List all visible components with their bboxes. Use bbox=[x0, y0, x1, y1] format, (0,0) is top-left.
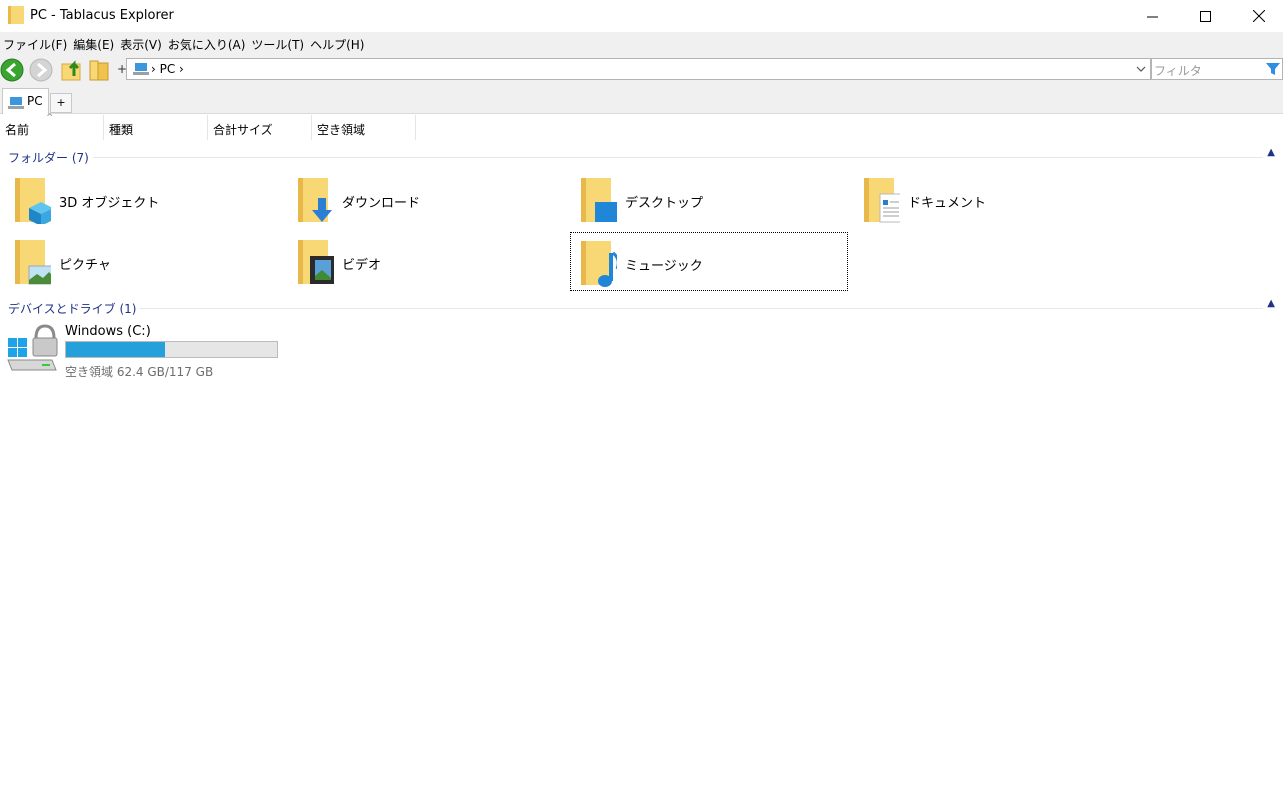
tab-label: PC bbox=[27, 94, 43, 108]
music-icon bbox=[581, 241, 617, 287]
group-devices-label: デバイスとドライブ (1) bbox=[8, 300, 141, 317]
3d-objects-icon bbox=[15, 178, 51, 224]
up-folder-button[interactable] bbox=[60, 58, 86, 82]
back-button[interactable] bbox=[0, 58, 26, 82]
collapse-up-icon[interactable]: ▲ bbox=[1267, 298, 1275, 309]
column-name[interactable]: 名前 ^ bbox=[0, 113, 104, 140]
folder-tree-button[interactable] bbox=[88, 58, 114, 82]
collapse-up-icon[interactable]: ▲ bbox=[1267, 147, 1275, 158]
column-total-size[interactable]: 合計サイズ bbox=[208, 115, 312, 140]
new-tab-button[interactable]: + bbox=[50, 93, 72, 113]
maximize-button[interactable] bbox=[1182, 0, 1228, 32]
title-bar: PC - Tablacus Explorer bbox=[0, 0, 1283, 32]
folder-3d-objects[interactable]: 3D オブジェクト bbox=[5, 170, 283, 229]
address-bar[interactable]: › PC › bbox=[126, 58, 1151, 80]
menu-help[interactable]: ヘルプ(H) bbox=[307, 36, 367, 53]
toolbar: + › PC › フィルタ bbox=[0, 56, 1283, 84]
drive-usage-bar bbox=[65, 341, 278, 358]
column-name-label: 名前 bbox=[5, 123, 30, 137]
desktop-icon bbox=[581, 178, 617, 222]
column-header: 名前 ^ 種類 合計サイズ 空き領域 bbox=[0, 113, 1283, 140]
menu-tools[interactable]: ツール(T) bbox=[248, 36, 307, 53]
sort-up-icon: ^ bbox=[46, 113, 54, 123]
drive-windows-c[interactable]: Windows (C:) 空き領域 62.4 GB/117 GB bbox=[0, 320, 300, 382]
drive-label: Windows (C:) bbox=[65, 324, 151, 339]
column-free-space[interactable]: 空き領域 bbox=[312, 115, 416, 140]
window-title: PC - Tablacus Explorer bbox=[30, 8, 174, 23]
folder-label: ピクチャ bbox=[59, 258, 111, 273]
menu-view[interactable]: 表示(V) bbox=[117, 36, 165, 53]
folder-documents[interactable]: ドキュメント bbox=[854, 170, 1132, 229]
filter-placeholder: フィルタ bbox=[1154, 64, 1202, 78]
tab-pc[interactable]: PC bbox=[2, 88, 49, 114]
menu-favorites[interactable]: お気に入り(A) bbox=[165, 36, 249, 53]
folder-music[interactable]: ミュージック bbox=[570, 232, 848, 291]
downloads-icon bbox=[298, 178, 332, 222]
filter-input[interactable]: フィルタ bbox=[1151, 58, 1283, 80]
group-folders-header[interactable]: フォルダー (7) ▲ bbox=[0, 147, 1283, 166]
address-breadcrumb[interactable]: › PC › bbox=[151, 62, 184, 76]
maximize-icon bbox=[1199, 10, 1211, 22]
folder-label: ダウンロード bbox=[342, 196, 421, 211]
pc-icon bbox=[8, 97, 24, 109]
folder-downloads[interactable]: ダウンロード bbox=[288, 170, 566, 229]
chevron-down-icon[interactable] bbox=[1136, 62, 1146, 76]
close-icon bbox=[1253, 10, 1265, 22]
column-type[interactable]: 種類 bbox=[104, 115, 208, 140]
pictures-icon bbox=[15, 240, 51, 285]
folder-label: ミュージック bbox=[625, 259, 703, 274]
menu-file[interactable]: ファイル(F) bbox=[0, 36, 70, 53]
folder-label: 3D オブジェクト bbox=[59, 196, 160, 211]
minimize-button[interactable] bbox=[1129, 0, 1175, 32]
documents-icon bbox=[864, 178, 900, 223]
folder-label: ビデオ bbox=[342, 258, 382, 273]
menu-edit[interactable]: 編集(E) bbox=[70, 36, 117, 53]
menu-bar: ファイル(F) 編集(E) 表示(V) お気に入り(A) ツール(T) ヘルプ(… bbox=[0, 32, 1283, 56]
drive-usage-fill bbox=[66, 342, 165, 357]
folder-videos[interactable]: ビデオ bbox=[288, 232, 566, 291]
group-devices-header[interactable]: デバイスとドライブ (1) ▲ bbox=[0, 298, 1283, 317]
group-divider bbox=[8, 157, 1263, 158]
videos-icon bbox=[298, 240, 334, 284]
forward-button[interactable] bbox=[29, 58, 55, 82]
drive-free-space: 空き領域 62.4 GB/117 GB bbox=[65, 365, 214, 379]
pc-icon bbox=[133, 63, 149, 75]
folder-desktop[interactable]: デスクトップ bbox=[571, 170, 849, 229]
close-button[interactable] bbox=[1236, 0, 1282, 32]
folder-label: ドキュメント bbox=[908, 196, 987, 211]
filter-icon[interactable] bbox=[1265, 61, 1281, 77]
tab-bar: PC + bbox=[0, 84, 1283, 114]
folder-pictures[interactable]: ピクチャ bbox=[5, 232, 283, 291]
app-folder-icon bbox=[8, 6, 24, 24]
folder-label: デスクトップ bbox=[625, 196, 704, 211]
group-divider bbox=[8, 308, 1263, 309]
minimize-icon bbox=[1146, 16, 1158, 17]
windows-drive-icon bbox=[7, 324, 58, 371]
group-folders-label: フォルダー (7) bbox=[8, 149, 93, 166]
